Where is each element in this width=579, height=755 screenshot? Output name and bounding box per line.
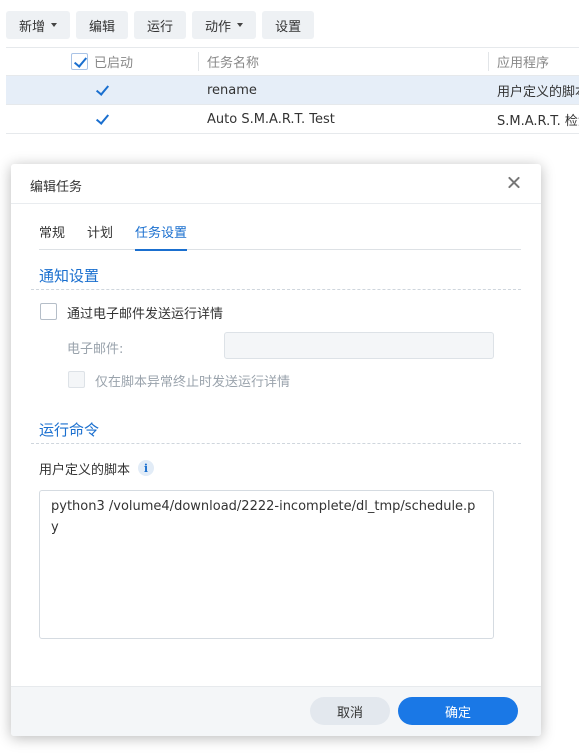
chevron-down-icon bbox=[237, 23, 244, 27]
dialog-tabs: 常规 计划 任务设置 bbox=[39, 222, 521, 251]
row-application: S.M.A.R.T. 检测 bbox=[497, 113, 579, 129]
create-button-label: 新增 bbox=[19, 19, 46, 35]
cancel-button[interactable]: 取消 bbox=[310, 697, 390, 725]
divider bbox=[31, 289, 521, 290]
dialog-title: 编辑任务 bbox=[30, 180, 83, 195]
chevron-down-icon bbox=[51, 23, 58, 27]
header-application[interactable]: 应用程序 bbox=[489, 48, 579, 75]
divider bbox=[11, 203, 541, 204]
action-button-label: 动作 bbox=[205, 19, 232, 35]
run-command-section-title: 运行命令 bbox=[39, 421, 100, 439]
close-icon[interactable] bbox=[507, 176, 521, 190]
table-row[interactable]: rename 用户定义的脚本 bbox=[6, 76, 579, 105]
tab-general[interactable]: 常规 bbox=[39, 222, 65, 250]
toolbar: 新增 编辑 运行 动作 设置 bbox=[6, 11, 315, 39]
info-icon[interactable]: i bbox=[138, 460, 154, 476]
script-label: 用户定义的脚本 bbox=[39, 463, 131, 478]
email-details-label: 通过电子邮件发送运行详情 bbox=[67, 307, 224, 322]
edit-button[interactable]: 编辑 bbox=[76, 11, 129, 39]
email-details-checkbox[interactable] bbox=[40, 303, 57, 320]
abnormal-only-checkbox[interactable] bbox=[68, 371, 85, 388]
tab-task-settings[interactable]: 任务设置 bbox=[135, 222, 188, 251]
settings-button[interactable]: 设置 bbox=[262, 11, 315, 39]
edit-button-label: 编辑 bbox=[89, 19, 116, 35]
table-header: 已启动 任务名称 应用程序 bbox=[6, 47, 579, 76]
abnormal-only-label: 仅在脚本异常终止时发送运行详情 bbox=[95, 375, 291, 390]
run-button[interactable]: 运行 bbox=[134, 11, 187, 39]
email-field-label: 电子邮件: bbox=[67, 342, 124, 357]
tab-schedule[interactable]: 计划 bbox=[87, 222, 113, 250]
header-enabled-label: 已启动 bbox=[93, 56, 133, 71]
row-task-name: Auto S.M.A.R.T. Test bbox=[207, 111, 335, 127]
table-row[interactable]: Auto S.M.A.R.T. Test S.M.A.R.T. 检测 bbox=[6, 105, 579, 134]
enabled-checkbox[interactable] bbox=[94, 111, 111, 128]
run-button-label: 运行 bbox=[147, 19, 174, 35]
row-task-name: rename bbox=[207, 82, 257, 98]
select-all-checkbox[interactable] bbox=[70, 53, 88, 70]
header-enabled: 已启动 bbox=[6, 48, 198, 75]
create-button[interactable]: 新增 bbox=[6, 11, 71, 39]
script-textarea[interactable]: python3 /volume4/download/2222-incomplet… bbox=[39, 490, 494, 639]
settings-button-label: 设置 bbox=[275, 19, 302, 35]
row-enabled-cell bbox=[6, 105, 198, 133]
action-button[interactable]: 动作 bbox=[192, 11, 257, 39]
enabled-checkbox[interactable] bbox=[94, 82, 111, 99]
row-enabled-cell bbox=[6, 76, 198, 104]
ok-button[interactable]: 确定 bbox=[398, 697, 518, 725]
divider bbox=[31, 443, 521, 444]
dialog-footer: 取消 确定 bbox=[11, 686, 541, 736]
edit-task-dialog: 编辑任务 常规 计划 任务设置 通知设置 通过电子邮件发送运行详情 电子邮件: … bbox=[11, 164, 541, 736]
row-application: 用户定义的脚本 bbox=[497, 84, 579, 100]
notification-section-title: 通知设置 bbox=[39, 267, 100, 285]
header-task-name[interactable]: 任务名称 bbox=[199, 48, 488, 75]
task-table: 已启动 任务名称 应用程序 rename 用户定义的脚本 Auto S.M.A.… bbox=[6, 47, 579, 134]
email-field[interactable] bbox=[224, 332, 494, 359]
